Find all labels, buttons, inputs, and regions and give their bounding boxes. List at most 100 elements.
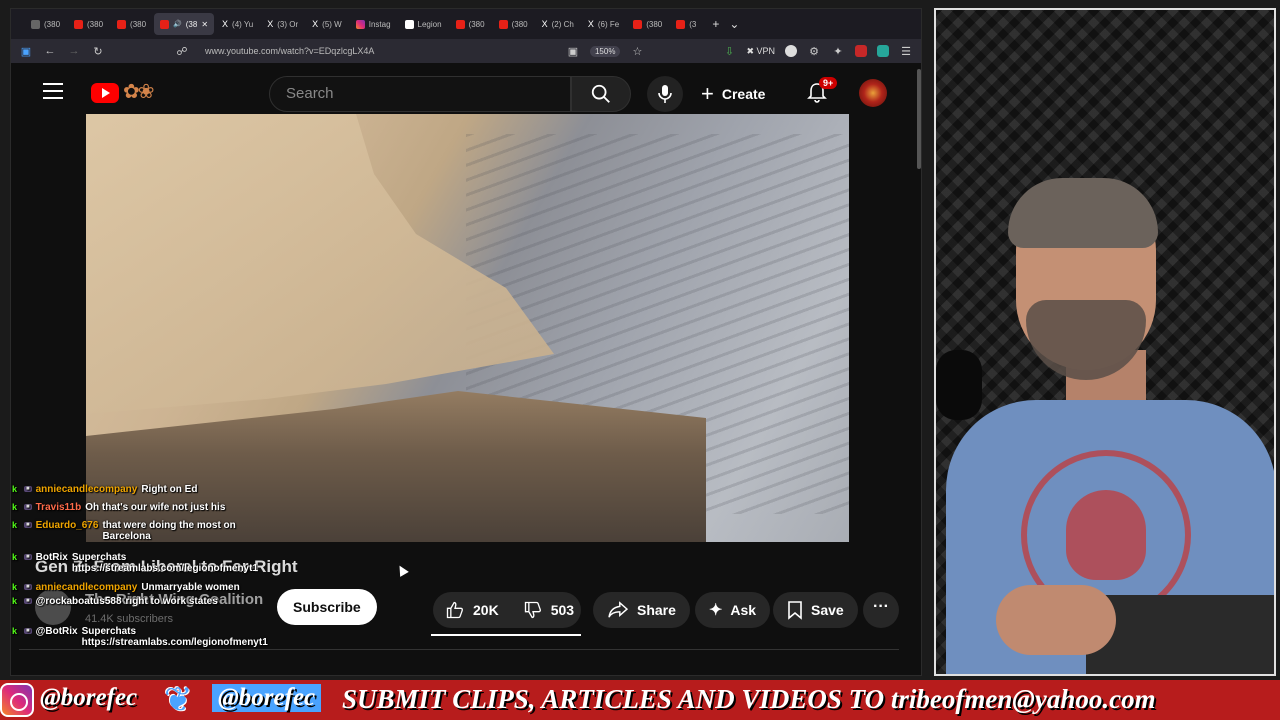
reload-icon[interactable]: ↻ bbox=[91, 45, 105, 58]
shirt-skull bbox=[1066, 490, 1146, 580]
tab[interactable]: (380 bbox=[25, 13, 66, 35]
chat-message: k ■ @BotRix Superchats https://streamlabs.c… bbox=[12, 626, 268, 648]
tab-label: (380 bbox=[511, 19, 528, 29]
tab[interactable]: Legion bbox=[399, 13, 448, 35]
back-icon[interactable]: ← bbox=[43, 45, 57, 57]
member-badge-icon: ■ bbox=[24, 522, 32, 528]
youtube-icon bbox=[160, 19, 170, 29]
x-icon: X bbox=[222, 18, 229, 29]
kick-icon: k bbox=[12, 582, 18, 592]
tab[interactable]: 🔊 (38 ✕ bbox=[154, 13, 215, 35]
subscriber-count: 41.4K subscribers bbox=[85, 613, 174, 625]
tab[interactable]: (380 bbox=[68, 13, 109, 35]
twitter-bird-icon: ❦ bbox=[164, 681, 193, 719]
search-input[interactable]: Search bbox=[269, 76, 571, 112]
microphone-icon bbox=[658, 85, 672, 103]
create-label: Create bbox=[721, 86, 766, 102]
microphone bbox=[936, 350, 982, 420]
puzzle-icon[interactable]: ⚙ bbox=[807, 45, 821, 58]
youtube-logo[interactable] bbox=[91, 83, 119, 103]
tab[interactable]: X (2) Ch bbox=[536, 13, 580, 35]
chat-message: k ■ BotRix Superchats https://streamlabs.co… bbox=[12, 552, 258, 574]
plus-icon: + bbox=[701, 81, 714, 106]
hamburger-menu-icon[interactable] bbox=[43, 83, 63, 104]
thumbs-up-icon bbox=[446, 601, 463, 619]
account-avatar[interactable] bbox=[859, 79, 887, 107]
more-actions-icon[interactable]: ··· bbox=[863, 592, 899, 628]
tab[interactable]: (380 bbox=[111, 13, 152, 35]
tab[interactable]: (380 bbox=[450, 13, 491, 35]
share-icon bbox=[608, 601, 629, 618]
chat-username: Travis11b bbox=[35, 502, 82, 513]
chevron-down-icon[interactable]: ⌄ bbox=[729, 17, 739, 31]
kick-icon: k bbox=[12, 484, 18, 494]
create-button[interactable]: + Create bbox=[701, 79, 765, 109]
chat-message: k ■ @rockaboatus588 right to work states bbox=[12, 596, 218, 607]
doc-icon bbox=[404, 19, 414, 29]
extension-icon[interactable] bbox=[877, 45, 889, 57]
tab[interactable]: (380 bbox=[493, 13, 534, 35]
chat-message: k ■ Eduardo_676 that were doing the most on… bbox=[12, 520, 272, 542]
close-icon[interactable]: ✕ bbox=[201, 20, 208, 29]
tab[interactable]: (380 bbox=[627, 13, 668, 35]
x-icon: X bbox=[312, 18, 319, 29]
page-scrollbar[interactable] bbox=[917, 69, 921, 169]
chat-username: @BotRix bbox=[35, 626, 78, 637]
youtube-icon bbox=[117, 19, 127, 29]
speaker-icon[interactable]: 🔊 bbox=[173, 20, 182, 28]
instagram-icon bbox=[0, 683, 34, 717]
save-button[interactable]: Save bbox=[773, 592, 858, 628]
chat-username: Eduardo_676 bbox=[35, 520, 99, 531]
tab[interactable]: X (3) Or bbox=[261, 13, 304, 35]
youtube-icon bbox=[31, 19, 40, 29]
ask-button[interactable]: ✦ Ask bbox=[695, 592, 771, 628]
dislike-button[interactable]: 503 bbox=[511, 592, 586, 628]
extension-icon[interactable] bbox=[855, 45, 867, 57]
tab[interactable]: X (6) Fe bbox=[582, 13, 625, 35]
streamer-hair bbox=[1008, 178, 1158, 248]
share-button[interactable]: Share bbox=[593, 592, 690, 628]
tab-label: (38 bbox=[185, 19, 198, 29]
tab[interactable]: (3 bbox=[670, 13, 702, 35]
tab[interactable]: Instag bbox=[350, 13, 397, 35]
tab[interactable]: X (4) Yu bbox=[216, 13, 259, 35]
chat-text: right to work states bbox=[125, 596, 218, 607]
tab-label: (5) W bbox=[322, 19, 342, 29]
tab-label: (3) Or bbox=[277, 19, 299, 29]
bookmark-icon bbox=[788, 601, 802, 620]
zoom-level[interactable]: 150% bbox=[589, 45, 621, 57]
youtube-doodle-icon[interactable]: ✿❀ bbox=[123, 79, 154, 104]
url-field[interactable]: www.youtube.com/watch?v=EDqzlcgLX4A bbox=[205, 46, 374, 56]
x-icon: X bbox=[587, 18, 594, 29]
chat-text: Right on Ed bbox=[141, 484, 198, 495]
chat-text: Superchats https://streamlabs.com/legion… bbox=[81, 626, 268, 648]
webcam-feed bbox=[934, 8, 1276, 676]
kick-icon: k bbox=[12, 520, 18, 530]
chat-message: k ■ anniecandlecompany Unmarryable women bbox=[12, 582, 240, 593]
tab-label: (6) Fe bbox=[597, 19, 620, 29]
forward-icon[interactable]: → bbox=[67, 45, 81, 57]
shield-icon[interactable]: ☍ bbox=[175, 45, 189, 58]
download-icon[interactable]: ⇩ bbox=[722, 45, 736, 58]
tab[interactable]: X (5) W bbox=[306, 13, 348, 35]
video-player[interactable] bbox=[86, 114, 849, 542]
instagram-handle: @borefec bbox=[40, 684, 138, 711]
desk bbox=[1086, 595, 1274, 674]
sparkle-icon: ✦ bbox=[709, 602, 723, 619]
extension-icon[interactable] bbox=[785, 45, 797, 57]
channel-avatar[interactable] bbox=[35, 589, 71, 625]
chat-text: Oh that's our wife not just his bbox=[85, 502, 226, 513]
sidebar-icon[interactable]: ▣ bbox=[19, 45, 33, 58]
kick-icon: k bbox=[12, 596, 18, 606]
member-badge-icon: ■ bbox=[24, 504, 32, 510]
new-tab-icon[interactable]: + bbox=[712, 17, 719, 31]
voice-search-button[interactable] bbox=[647, 76, 683, 112]
star-icon[interactable]: ☆ bbox=[630, 45, 644, 58]
extension-icon[interactable]: ✦ bbox=[831, 45, 845, 58]
screenshot-icon[interactable]: ▣ bbox=[566, 45, 580, 58]
menu-icon[interactable]: ☰ bbox=[899, 45, 913, 58]
subscribe-button[interactable]: Subscribe bbox=[277, 589, 377, 625]
search-button[interactable] bbox=[571, 76, 631, 112]
like-button[interactable]: 20K bbox=[433, 592, 511, 628]
vpn-button[interactable]: ✖ VPN bbox=[746, 46, 775, 57]
